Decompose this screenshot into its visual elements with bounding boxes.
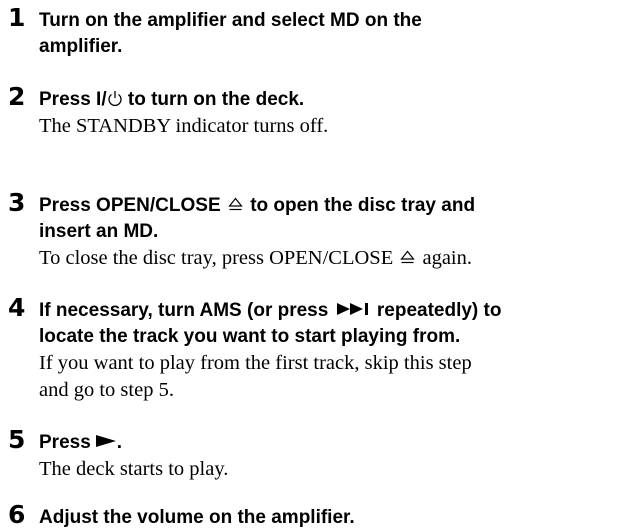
- step-number: 3: [8, 188, 26, 217]
- play-icon: [95, 435, 116, 447]
- step-title-text: If necessary, turn AMS (or press: [39, 300, 329, 321]
- step-title: Press I/ to turn on the deck.: [39, 87, 630, 113]
- step-title-text: repeatedly) to: [376, 300, 502, 321]
- step-6: 6 Adjust the volume on the amplifier.: [8, 500, 630, 531]
- step-number: 6: [8, 500, 26, 529]
- step-title-line: insert an MD.: [39, 221, 159, 242]
- step-title-text: Press OPEN/CLOSE: [39, 195, 221, 216]
- step-body: If you want to play from the first track…: [39, 350, 630, 404]
- step-body: The deck starts to play.: [39, 458, 229, 480]
- step-title-line: locate the track you want to start playi…: [39, 326, 461, 347]
- eject-icon: [228, 197, 243, 211]
- step-number: 1: [8, 3, 26, 32]
- step-number: 4: [8, 293, 26, 322]
- step-title-text: to open the disc tray and: [250, 195, 476, 216]
- power-icon: [107, 91, 122, 106]
- step-4: 4 If necessary, turn AMS (or press repea…: [8, 293, 630, 404]
- step-number: 5: [8, 425, 26, 454]
- eject-icon: [400, 250, 416, 264]
- step-2: 2 Press I/ to turn on the deck. The STAN…: [8, 82, 630, 140]
- step-title: Press OPEN/CLOSE to open the disc tray a…: [39, 193, 630, 245]
- step-1: 1 Turn on the amplifier and select MD on…: [8, 3, 630, 60]
- step-body-line: and go to step 5.: [39, 379, 174, 401]
- step-body-text: To close the disc tray, press OPEN/CLOSE: [39, 247, 394, 269]
- step-title-line: Turn on the amplifier and select MD on t…: [39, 10, 422, 31]
- step-title-line: amplifier.: [39, 36, 123, 57]
- step-3: 3 Press OPEN/CLOSE to open the disc tray…: [8, 188, 630, 272]
- skip-forward-icon: [336, 303, 368, 315]
- step-title-text: Press: [39, 432, 91, 453]
- step-5: 5 Press . The deck starts to play.: [8, 425, 630, 483]
- step-number: 2: [8, 82, 26, 111]
- step-title: Turn on the amplifier and select MD on t…: [39, 8, 630, 60]
- step-title-text: to turn on the deck.: [122, 89, 305, 110]
- step-body-text: again.: [422, 247, 473, 269]
- step-title: Adjust the volume on the amplifier.: [39, 507, 355, 528]
- step-title-text: Press I/: [39, 89, 107, 110]
- step-body: To close the disc tray, press OPEN/CLOSE…: [39, 245, 630, 272]
- step-title: If necessary, turn AMS (or press repeate…: [39, 298, 630, 350]
- step-body: The STANDBY indicator turns off.: [39, 115, 329, 137]
- step-title-text: .: [116, 432, 123, 453]
- step-title: Press .: [39, 430, 630, 456]
- step-body-line: If you want to play from the first track…: [39, 352, 472, 374]
